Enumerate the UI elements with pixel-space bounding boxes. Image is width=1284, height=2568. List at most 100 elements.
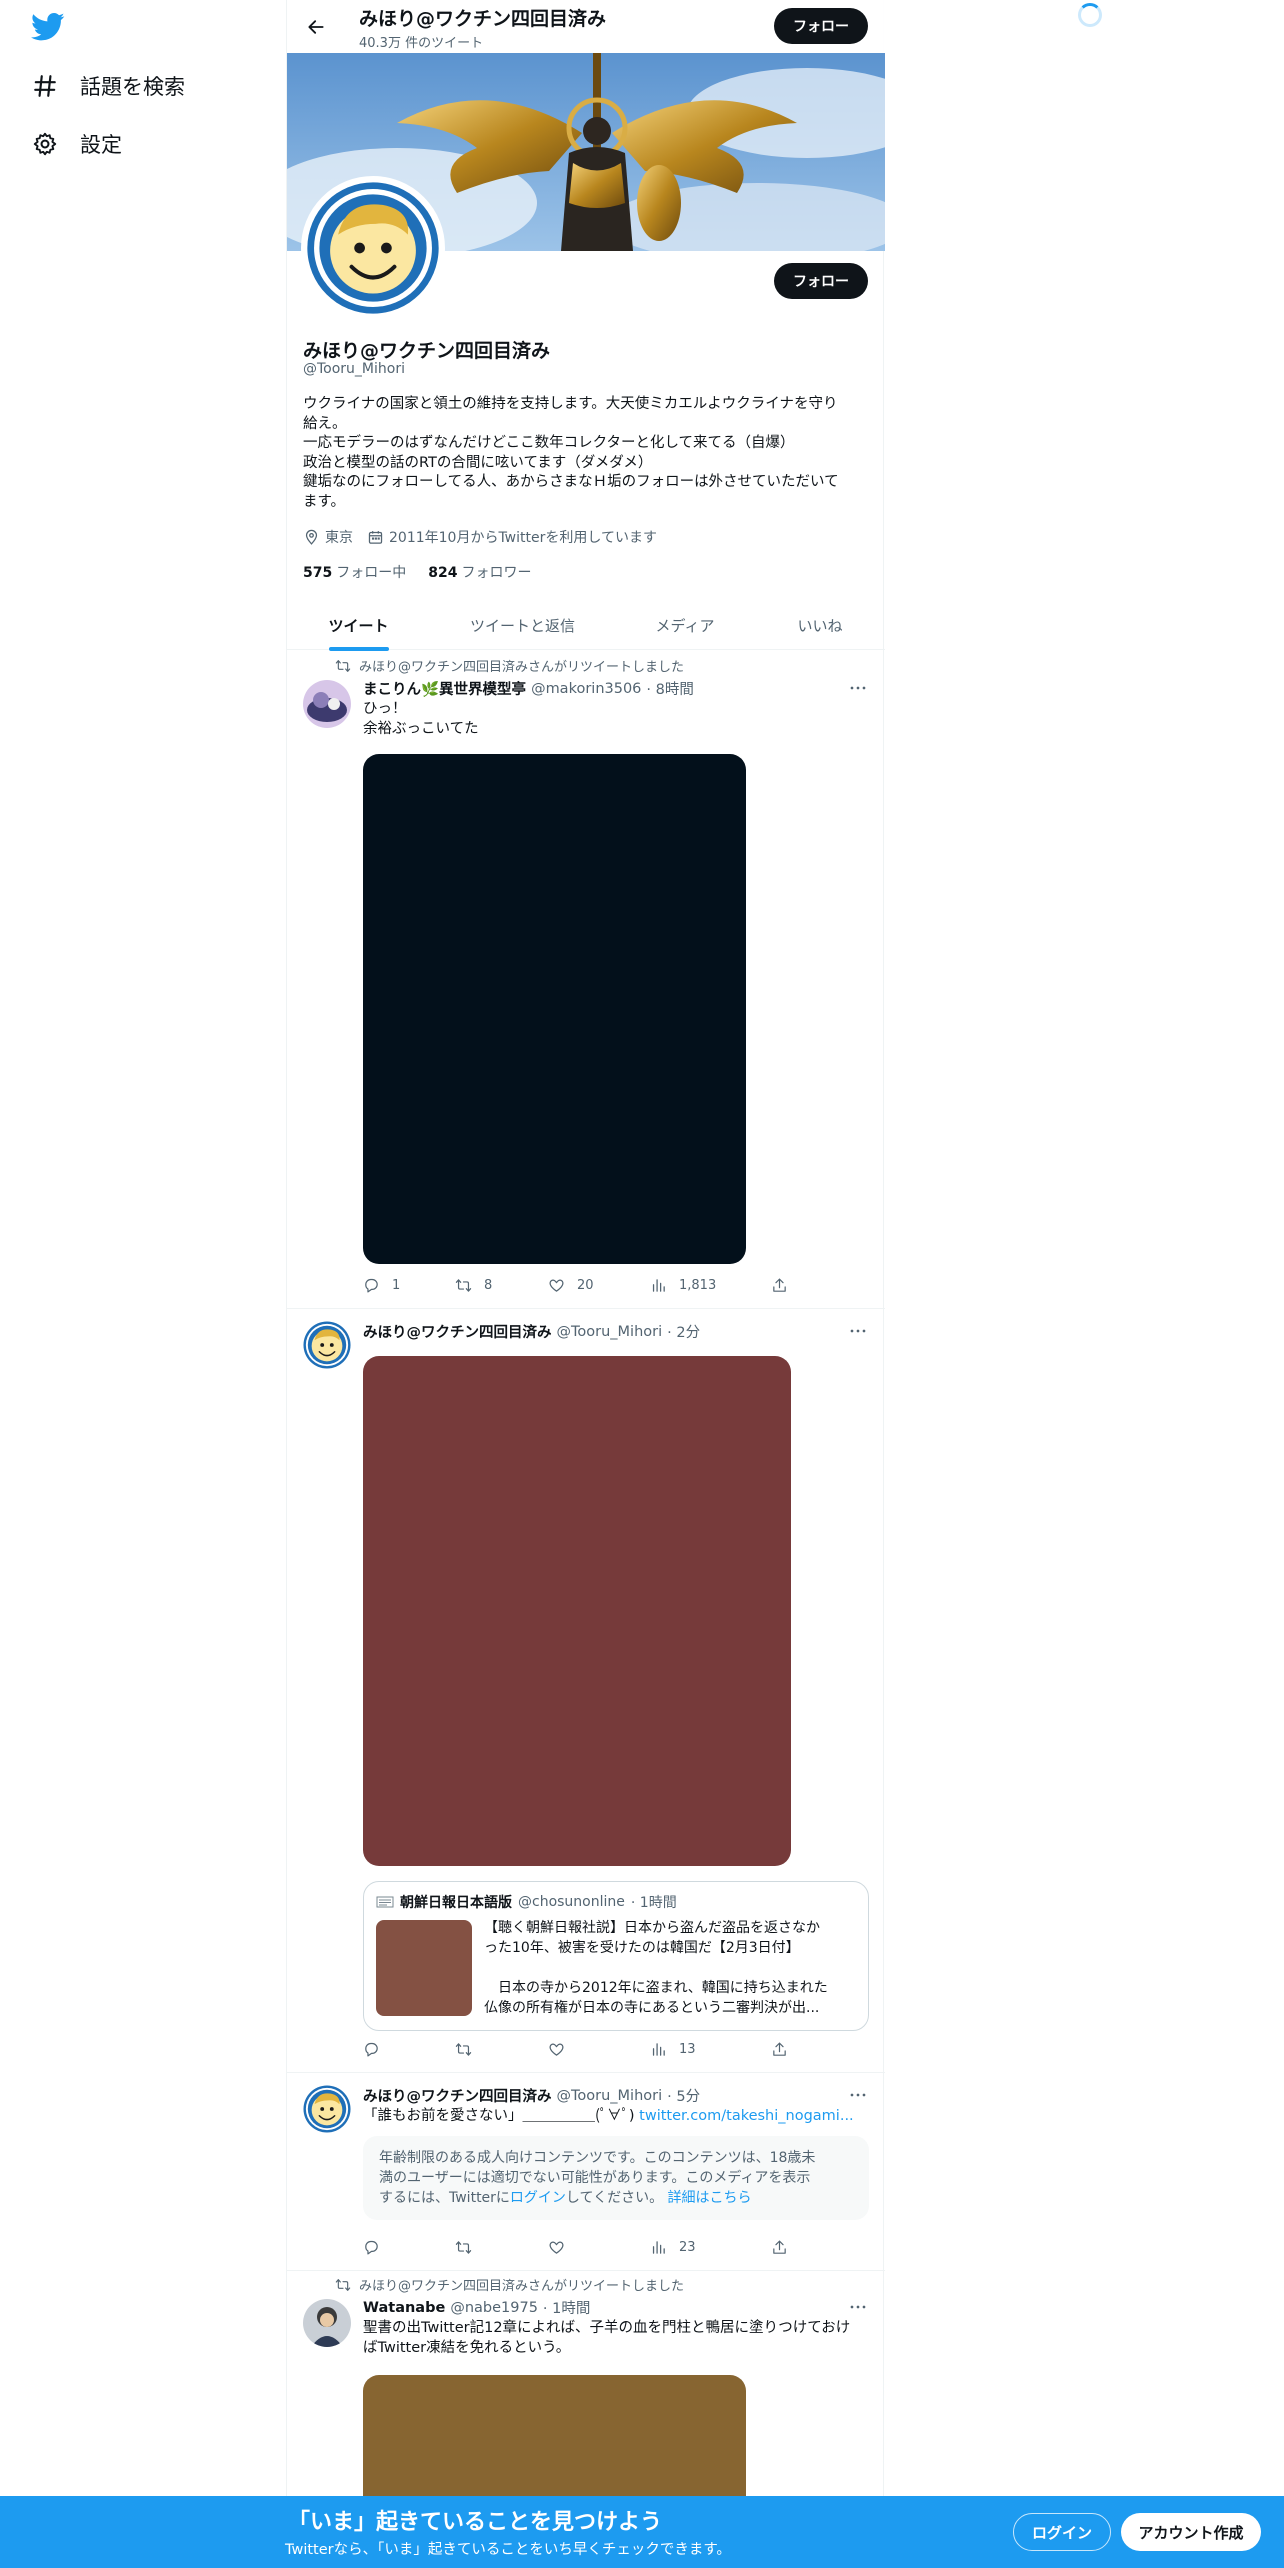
reply-button[interactable]: 1	[363, 1277, 400, 1294]
tab-media[interactable]: メディア	[615, 600, 755, 650]
calendar-icon	[368, 530, 383, 544]
more-options-button[interactable]	[847, 679, 869, 697]
more-icon	[850, 1329, 866, 1333]
sidebar-item-explore[interactable]: 話題を検索	[32, 71, 185, 101]
tab-label: いいね	[797, 616, 843, 635]
quote-text-line: 日本の寺から2012年に盗まれ、韓国に持ち込まれた	[484, 1980, 828, 1996]
views-icon	[652, 1279, 665, 1292]
reply-button[interactable]	[363, 2239, 380, 2256]
tweet-header: まこりん🌿異世界模型亭 @makorin3506 · 8時間	[363, 678, 694, 699]
avatar-image	[303, 680, 351, 728]
profile-avatar[interactable]	[301, 176, 445, 320]
signup-prompt-bar: 「いま」起きていることを見つけよう Twitterなら、「いま」起きていることを…	[0, 2496, 1284, 2568]
retweet-button[interactable]	[455, 2239, 472, 2256]
sensitive-text: するには、Twitterに	[379, 2190, 510, 2206]
tab-likes[interactable]: いいね	[755, 600, 885, 650]
sidebar-item-settings[interactable]: 設定	[32, 129, 122, 159]
avatar[interactable]	[303, 2299, 351, 2347]
author-name[interactable]: Watanabe	[363, 2300, 445, 2316]
more-options-button[interactable]	[847, 2086, 869, 2104]
sensitive-login-link[interactable]: ログイン	[510, 2190, 566, 2206]
reply-icon	[365, 2240, 378, 2255]
tweet-actions: 1 8 20 1,813	[363, 1277, 793, 1297]
tweet-text: ひっ！ 余裕ぶっこいてた	[363, 700, 869, 739]
author-handle[interactable]: @Tooru_Mihori	[557, 2088, 663, 2104]
tweet-time[interactable]: · 1時間	[543, 2297, 590, 2318]
author-name[interactable]: まこりん🌿異世界模型亭	[363, 678, 526, 699]
tweet-text: 「誰もお前を愛さない」＿＿＿＿＿(ﾟ∀ﾟ) twitter.com/takesh…	[363, 2107, 869, 2127]
views-button[interactable]: 1,813	[650, 1277, 716, 1294]
twitter-bird-icon[interactable]	[31, 12, 65, 42]
tweet-time[interactable]: · 8時間	[646, 678, 693, 699]
author-name[interactable]: みほり@ワクチン四回目済み	[363, 2085, 552, 2106]
retweet-button[interactable]	[455, 2041, 472, 2058]
tweet-media[interactable]	[363, 1356, 791, 1866]
tweet-text-line: ばTwitter凍結を免れるという。	[363, 2339, 571, 2356]
more-icon	[850, 686, 866, 690]
avatar-image	[303, 2299, 351, 2347]
heart-icon	[549, 2043, 564, 2056]
quote-tweet[interactable]: 朝鮮日報日本語版 @chosunonline · 1時間 【聴く朝鮮日報社説】日…	[363, 1881, 869, 2031]
signup-prompt-subtitle: Twitterなら、「いま」起きていることをいち早くチェックできます。	[285, 2542, 731, 2558]
author-handle[interactable]: @Tooru_Mihori	[557, 1324, 663, 1340]
sidebar-item-label: 設定	[80, 133, 122, 157]
author-handle[interactable]: @makorin3506	[531, 681, 641, 697]
tweet[interactable]: みほり@ワクチン四回目済み @Tooru_Mihori · 2分 朝鮮日報日本語…	[287, 1309, 885, 2073]
sensitive-learn-more-link[interactable]: 詳細はこちら	[668, 2190, 752, 2206]
share-button[interactable]	[771, 2239, 788, 2256]
retweet-button[interactable]: 8	[455, 1277, 492, 1294]
avatar[interactable]	[303, 1321, 351, 1369]
tweet[interactable]: みほり@ワクチン四回目済み @Tooru_Mihori · 5分 「誰もお前を愛…	[287, 2073, 885, 2271]
vault-boy-avatar-image	[303, 2085, 351, 2133]
following-link[interactable]: 575 フォロー中	[303, 562, 406, 582]
like-button[interactable]	[548, 2239, 565, 2256]
author-handle[interactable]: @nabe1975	[450, 2300, 538, 2316]
like-button[interactable]: 20	[548, 1277, 594, 1294]
view-count: 1,813	[679, 1278, 717, 1293]
loading-spinner-icon	[1078, 3, 1102, 27]
login-button[interactable]: ログイン	[1013, 2513, 1111, 2551]
tweet-time[interactable]: · 5分	[667, 2085, 700, 2106]
back-button[interactable]	[299, 10, 333, 44]
tweet-header: みほり@ワクチン四回目済み @Tooru_Mihori · 2分	[363, 1321, 700, 1342]
avatar[interactable]	[303, 680, 351, 728]
tweet-text-line: ひっ！	[363, 701, 407, 717]
author-name[interactable]: みほり@ワクチン四回目済み	[363, 1321, 552, 1342]
retweet-context-text: みほり@ワクチン四回目済みさんがリツイートしました	[359, 2279, 685, 2294]
header-follow-button[interactable]: フォロー	[774, 8, 868, 44]
avatar[interactable]	[303, 2085, 351, 2133]
reply-button[interactable]	[363, 2041, 380, 2058]
followers-label: フォロワー	[461, 565, 532, 581]
more-options-button[interactable]	[847, 1322, 869, 1340]
more-options-button[interactable]	[847, 2298, 869, 2316]
quote-text-line	[484, 1958, 862, 1978]
like-button[interactable]	[548, 2041, 565, 2058]
profile-stats: 575 フォロー中 824 フォロワー	[303, 562, 531, 582]
tweet-media[interactable]	[363, 754, 746, 1264]
share-icon	[773, 2240, 786, 2254]
tab-label: ツイートと返信	[469, 616, 575, 635]
tweet-link[interactable]: twitter.com/takeshi_nogami...	[639, 2108, 853, 2124]
quote-author-handle: @chosunonline	[518, 1894, 625, 1910]
profile-follow-button[interactable]: フォロー	[774, 263, 868, 299]
header-tweet-count: 40.3万 件のツイート	[359, 36, 484, 51]
views-button[interactable]: 13	[650, 2041, 696, 2058]
profile-location: 東京	[303, 527, 353, 547]
share-button[interactable]	[771, 2041, 788, 2058]
more-icon	[850, 2093, 866, 2097]
sensitive-content-notice: 年齢制限のある成人向けコンテンツです。このコンテンツは、18歳未 満のユーザーに…	[363, 2136, 869, 2220]
tab-tweets-and-replies[interactable]: ツイートと返信	[430, 600, 615, 650]
share-button[interactable]	[771, 1277, 788, 1294]
tweet[interactable]: みほり@ワクチン四回目済みさんがリツイートしました まこりん🌿異世界模型亭 @m…	[287, 650, 885, 1309]
signup-button[interactable]: アカウント作成	[1121, 2513, 1261, 2551]
tab-tweets[interactable]: ツイート	[287, 600, 430, 651]
followers-link[interactable]: 824 フォロワー	[428, 562, 531, 582]
quote-time: · 1時間	[630, 1895, 677, 1911]
reply-icon	[365, 2042, 378, 2057]
tweet-text: 聖書の出Twitter記12章によれば、子羊の血を門柱と鴨居に塗りつけておけ ば…	[363, 2319, 869, 2358]
tweet-time[interactable]: · 2分	[667, 1321, 700, 1342]
retweet-context: みほり@ワクチン四回目済みさんがリツイートしました	[335, 2275, 684, 2294]
profile-handle: @Tooru_Mihori	[303, 361, 405, 377]
views-button[interactable]: 23	[650, 2239, 696, 2256]
tab-label: ツイート	[328, 616, 389, 635]
